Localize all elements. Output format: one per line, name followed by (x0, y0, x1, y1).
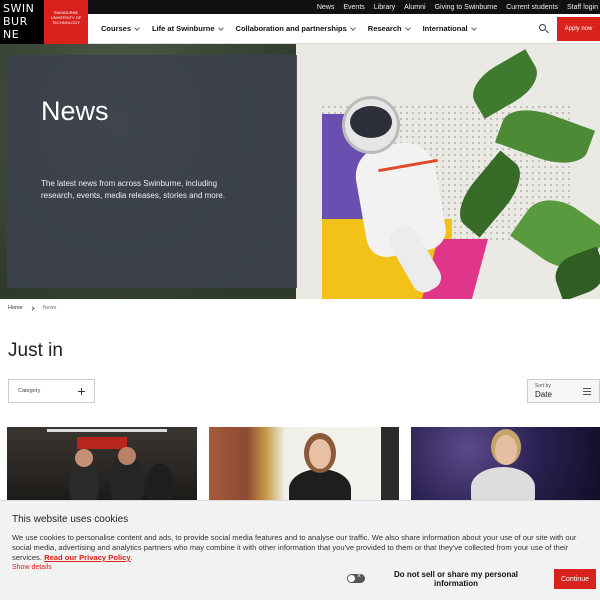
nav-label: Courses (101, 24, 132, 33)
search-icon[interactable] (538, 23, 550, 35)
utility-link-current-students[interactable]: Current students (506, 4, 558, 11)
chevron-down-icon (470, 24, 477, 31)
news-card-image[interactable] (209, 427, 399, 500)
person-figure (471, 467, 535, 500)
privacy-policy-link[interactable]: Read our Privacy Policy (44, 553, 131, 562)
category-label: Category (18, 388, 41, 394)
person-face (118, 447, 136, 465)
logo-tagline: SWINBURNE UNIVERSITY OF TECHNOLOGY (44, 0, 88, 44)
nav-courses[interactable]: Courses (101, 24, 140, 33)
do-not-sell-toggle[interactable]: × (347, 573, 365, 583)
utility-link-library[interactable]: Library (374, 4, 395, 11)
hero-description: The latest news from across Swinburne, i… (41, 179, 226, 200)
utility-link-alumni[interactable]: Alumni (404, 4, 425, 11)
person-face (75, 449, 93, 467)
ceiling-light (47, 429, 167, 432)
chevron-down-icon (349, 24, 356, 31)
cookie-text: We use cookies to personalise content an… (12, 533, 577, 562)
nav-international[interactable]: International (422, 24, 477, 33)
utility-link-staff-login[interactable]: Staff login (567, 4, 598, 11)
nav-label: Research (367, 24, 402, 33)
chevron-down-icon (217, 24, 224, 31)
nav-label: Life at Swinburne (152, 24, 215, 33)
plus-icon (78, 387, 85, 395)
utility-nav: News Events Library Alumni Giving to Swi… (88, 0, 600, 14)
page-title: News (41, 96, 109, 126)
cookie-title: This website uses cookies (12, 514, 129, 525)
apply-now-button[interactable]: Apply now (557, 17, 600, 41)
cookie-banner: This website uses cookies We use cookies… (0, 500, 600, 600)
breadcrumb: Home News (8, 305, 56, 311)
nav-life-at-swinburne[interactable]: Life at Swinburne (152, 24, 224, 33)
chevron-down-icon (404, 24, 411, 31)
nav-label: International (422, 24, 468, 33)
chevron-down-icon (134, 24, 140, 31)
logo-line-3: NE (3, 28, 20, 41)
swinburne-logo[interactable]: SWIN BUR NE SWINBURNE UNIVERSITY OF TECH… (0, 0, 88, 44)
utility-link-giving[interactable]: Giving to Swinburne (435, 4, 498, 11)
continue-button[interactable]: Continue (554, 569, 596, 589)
main-nav: Courses Life at Swinburne Collaboration … (88, 14, 600, 44)
person-face (495, 435, 517, 465)
toggle-knob (348, 575, 355, 582)
person-face (309, 439, 331, 469)
nav-collaboration[interactable]: Collaboration and partnerships (235, 24, 356, 33)
close-icon: × (357, 573, 362, 580)
breadcrumb-home[interactable]: Home (8, 305, 23, 311)
nav-research[interactable]: Research (367, 24, 411, 33)
page: SWIN BUR NE SWINBURNE UNIVERSITY OF TECH… (0, 0, 600, 600)
person-figure (289, 469, 351, 500)
person-figure (147, 463, 173, 500)
section-title: Just in (8, 340, 63, 361)
sort-select[interactable]: Sort by Date (527, 379, 600, 403)
hero-panel (7, 55, 297, 288)
do-not-sell-label: Do not sell or share my personal informa… (393, 570, 519, 588)
category-filter[interactable]: Category (8, 379, 95, 403)
logo-wordmark: SWIN BUR NE (0, 0, 44, 44)
list-icon (583, 388, 591, 395)
news-card-image[interactable] (7, 427, 197, 500)
breadcrumb-current: News (42, 305, 57, 311)
hero-banner: News The latest news from across Swinbur… (0, 44, 600, 299)
nav-label: Collaboration and partnerships (235, 24, 347, 33)
utility-link-events[interactable]: Events (343, 4, 364, 11)
news-card-image[interactable] (411, 427, 600, 500)
utility-link-news[interactable]: News (317, 4, 335, 11)
logo-line-2: BUR (3, 15, 28, 28)
astronaut-visor (350, 106, 392, 138)
sign-graphic (77, 437, 127, 449)
show-details-link[interactable]: Show details (12, 564, 52, 571)
logo-line-1: SWIN (3, 2, 35, 15)
door-frame (381, 427, 399, 500)
chevron-right-icon (30, 305, 35, 311)
